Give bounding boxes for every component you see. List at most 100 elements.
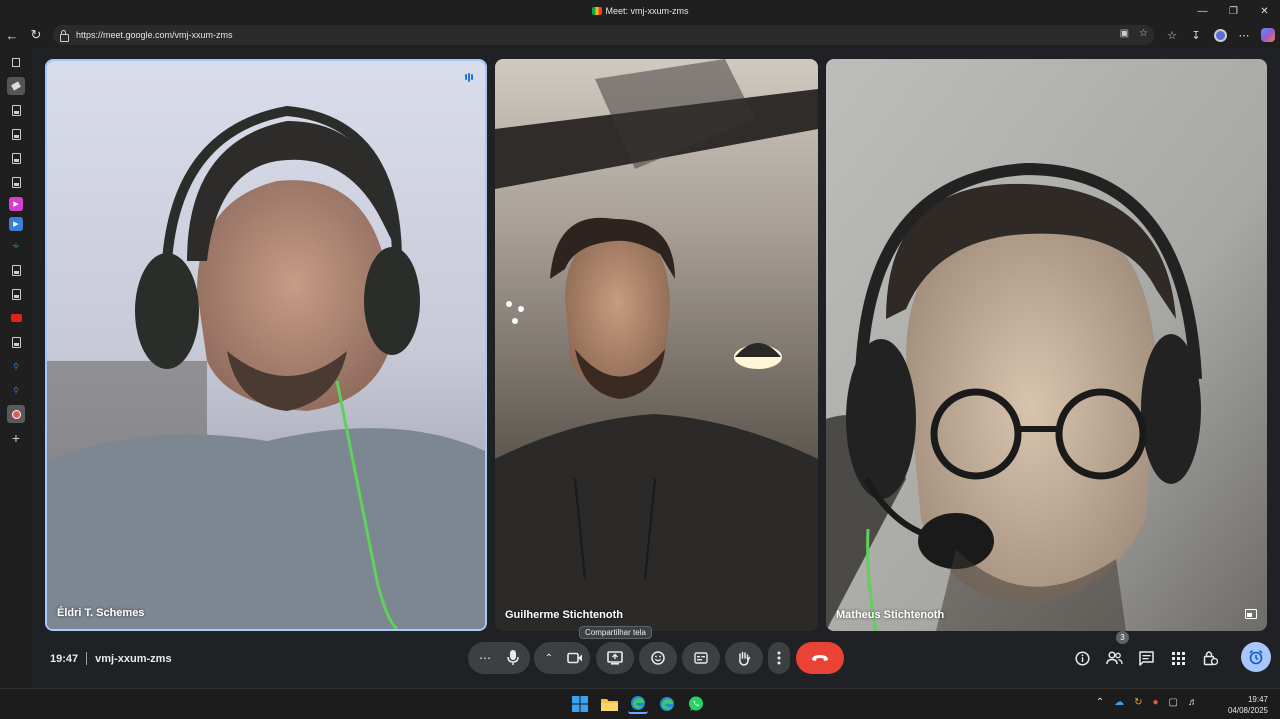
windows-start-icon[interactable]	[570, 694, 590, 714]
sidebar-tab-7[interactable]: ▶	[9, 217, 23, 231]
chat-icon	[1138, 650, 1154, 666]
audio-options-button[interactable]: ⋯	[471, 651, 499, 665]
sidebar-tab-10[interactable]	[7, 285, 25, 303]
window-controls: — ❐ ✕	[1187, 0, 1280, 22]
edge-profile-icon[interactable]	[657, 694, 677, 714]
onedrive-icon[interactable]: ☁	[1114, 697, 1124, 708]
emoji-icon	[651, 651, 665, 665]
meeting-details-button[interactable]	[1071, 647, 1093, 669]
sidebar-tab-3[interactable]	[7, 125, 25, 143]
back-button[interactable]: ←	[0, 23, 24, 47]
sidebar-tab-1[interactable]	[7, 77, 25, 95]
browser-sidebar: ▶ ▶ ∻ ⚲ ⚲ +	[0, 48, 32, 688]
participant-name: Guilherme Stichtenoth	[505, 609, 623, 621]
more-options-button[interactable]	[768, 642, 790, 674]
hang-up-icon	[812, 655, 828, 661]
url-text: https://meet.google.com/vmj-xxum-zms	[76, 30, 233, 40]
captions-button[interactable]	[682, 642, 720, 674]
meeting-info: 19:47 vmj-xxum-zms	[50, 652, 172, 665]
share-screen-tooltip: Compartilhar tela	[579, 626, 652, 639]
sidebar-tab-8[interactable]: ∻	[7, 237, 25, 255]
profile-icon[interactable]	[1208, 23, 1232, 47]
sidebar-tab-2[interactable]	[7, 101, 25, 119]
close-icon[interactable]: ✕	[1249, 0, 1280, 22]
sidebar-tab-9[interactable]	[7, 261, 25, 279]
meet-container: Éldri T. Schemes Guilherme Stichtenoth M…	[34, 48, 1280, 686]
whatsapp-icon[interactable]	[686, 694, 706, 714]
youtube-icon[interactable]	[7, 309, 25, 327]
info-icon	[1074, 650, 1090, 666]
copilot-icon[interactable]	[1256, 23, 1280, 47]
apps-grid-icon	[1171, 651, 1185, 665]
taskbar-date: 04/08/2025	[1227, 706, 1268, 715]
sidebar-tab-6[interactable]: ▶	[9, 197, 23, 211]
search-icon-2[interactable]: ⚲	[7, 381, 25, 399]
share-screen-button[interactable]	[596, 642, 634, 674]
restore-icon[interactable]: ❐	[1218, 0, 1249, 22]
sidebar-tab-5[interactable]	[7, 173, 25, 191]
video-feed-2	[495, 59, 818, 631]
refresh-button[interactable]: ↻	[24, 23, 48, 47]
reactions-button[interactable]	[639, 642, 677, 674]
search-icon[interactable]: ⚲	[7, 357, 25, 375]
minimize-icon[interactable]: —	[1187, 0, 1218, 22]
raise-hand-button[interactable]	[725, 642, 763, 674]
meeting-code: vmj-xxum-zms	[95, 652, 172, 665]
tabs-icon[interactable]	[7, 53, 25, 71]
divider	[86, 652, 88, 665]
menu-dots-icon[interactable]: ⋯	[1232, 23, 1256, 47]
participant-name: Matheus Stichtenoth	[836, 609, 945, 621]
add-icon[interactable]: +	[7, 429, 25, 447]
participant-name: Éldri T. Schemes	[57, 607, 145, 619]
address-bar[interactable]: https://meet.google.com/vmj-xxum-zms ▣ ☆	[53, 25, 1154, 45]
volume-icon[interactable]: ♬	[1188, 697, 1198, 708]
chevron-up-icon[interactable]: ⌃	[536, 653, 562, 664]
picture-in-picture-icon[interactable]	[1245, 609, 1257, 619]
taskbar-time: 19:47	[1247, 695, 1268, 704]
hand-icon	[739, 651, 751, 666]
leave-call-button[interactable]	[796, 642, 844, 674]
alarm-clock-icon	[1249, 649, 1263, 665]
display-icon[interactable]: ▢	[1169, 697, 1178, 708]
video-feed-1	[47, 61, 485, 629]
chat-button[interactable]	[1135, 647, 1157, 669]
sidebar-tab-12[interactable]	[7, 333, 25, 351]
browser-toolbar: ← ↻ https://meet.google.com/vmj-xxum-zms…	[0, 22, 1280, 48]
taskbar-clock[interactable]: 19:47 04/08/2025	[1228, 694, 1268, 716]
downloads-icon[interactable]: ↧	[1184, 23, 1208, 47]
speaking-indicator-icon	[463, 71, 475, 83]
windows-taskbar: ⌃ ☁ ↻ ● ▢ ♬ 19:47 04/08/2025	[0, 688, 1280, 719]
camera-icon[interactable]	[562, 652, 588, 664]
host-lock-icon	[1203, 651, 1218, 666]
camera-control-group: ⌃	[534, 642, 590, 674]
window-titlebar: Meet: vmj-xxum-zms — ❐ ✕	[0, 0, 1280, 22]
mic-control-group: ⋯	[468, 642, 530, 674]
sync-icon[interactable]: ↻	[1134, 697, 1142, 708]
record-icon[interactable]	[7, 405, 25, 423]
microphone-icon[interactable]	[499, 650, 527, 666]
browser-toolbar-icons: ☆ ↧ ⋯	[1160, 22, 1280, 48]
meeting-time: 19:47	[50, 652, 79, 665]
meet-logo-icon	[591, 7, 602, 15]
participant-tile-3[interactable]: Matheus Stichtenoth	[826, 59, 1267, 631]
chevron-up-icon[interactable]: ⌃	[1096, 697, 1104, 708]
favorite-star-icon[interactable]: ☆	[1139, 28, 1148, 39]
present-screen-icon	[607, 651, 623, 665]
edge-browser-icon[interactable]	[628, 694, 648, 714]
timer-button[interactable]	[1241, 642, 1271, 672]
sidebar-tab-4[interactable]	[7, 149, 25, 167]
meeting-controls-bar: 19:47 vmj-xxum-zms Compartilhar tela ⋯ ⌃	[34, 626, 1280, 684]
window-title: Meet: vmj-xxum-zms	[591, 6, 689, 16]
window-title-text: Meet: vmj-xxum-zms	[605, 6, 689, 16]
video-feed-3	[826, 59, 1267, 631]
participant-tile-2[interactable]: Guilherme Stichtenoth	[495, 59, 818, 631]
activities-button[interactable]	[1167, 647, 1189, 669]
people-count-badge: 3	[1116, 631, 1129, 644]
people-button[interactable]	[1103, 647, 1125, 669]
microphone-icon[interactable]: ●	[1153, 697, 1159, 708]
camera-icon[interactable]: ▣	[1120, 28, 1129, 39]
participant-tile-1[interactable]: Éldri T. Schemes	[45, 59, 487, 631]
favorites-icon[interactable]: ☆	[1160, 23, 1184, 47]
file-explorer-icon[interactable]	[599, 694, 619, 714]
host-controls-button[interactable]	[1199, 647, 1221, 669]
